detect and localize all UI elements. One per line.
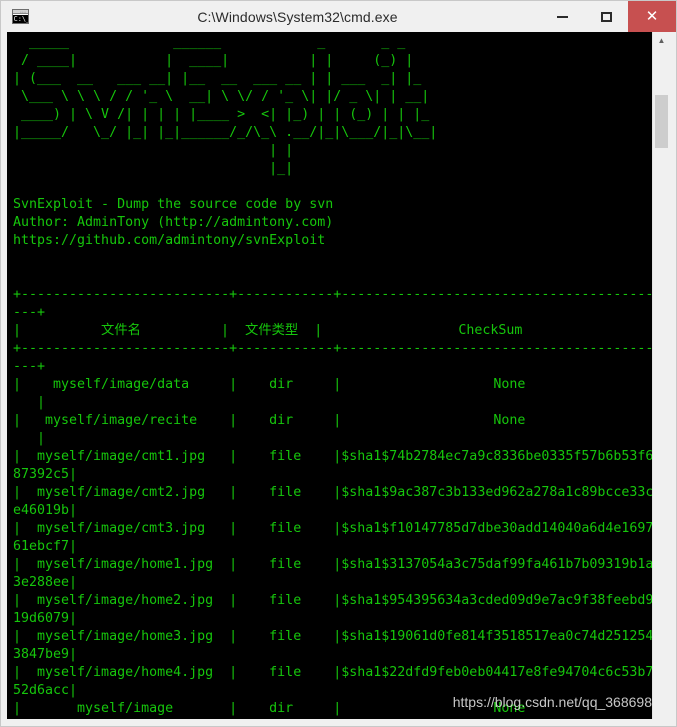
window-controls: ✕ <box>540 1 676 32</box>
maximize-button[interactable] <box>584 1 628 32</box>
app-icon[interactable]: ••• C:\_ <box>1 1 39 32</box>
cmd-prompt-icon: ••• C:\_ <box>11 9 29 24</box>
cmd-window: ••• C:\_ C:\Windows\System32\cmd.exe ✕ _… <box>0 0 677 727</box>
scrollbar-track[interactable] <box>653 49 670 719</box>
console-output[interactable]: _____ ______ _ _ _ / ____| | ____| | | (… <box>7 32 652 719</box>
title-bar[interactable]: ••• C:\_ C:\Windows\System32\cmd.exe ✕ <box>1 1 676 32</box>
minimize-icon <box>556 15 568 18</box>
scrollbar-up-arrow[interactable]: ▲ <box>653 32 670 49</box>
icon-dots: ••• <box>20 10 27 14</box>
scrollbar-thumb[interactable] <box>655 95 668 148</box>
console-scrollbar[interactable]: ▲ <box>652 32 670 719</box>
icon-prompt-text: C:\_ <box>13 15 28 23</box>
console-area: _____ ______ _ _ _ / ____| | ____| | | (… <box>7 32 670 719</box>
minimize-button[interactable] <box>540 1 584 32</box>
close-button[interactable]: ✕ <box>628 1 676 32</box>
close-icon: ✕ <box>645 8 659 25</box>
maximize-icon <box>600 11 612 22</box>
